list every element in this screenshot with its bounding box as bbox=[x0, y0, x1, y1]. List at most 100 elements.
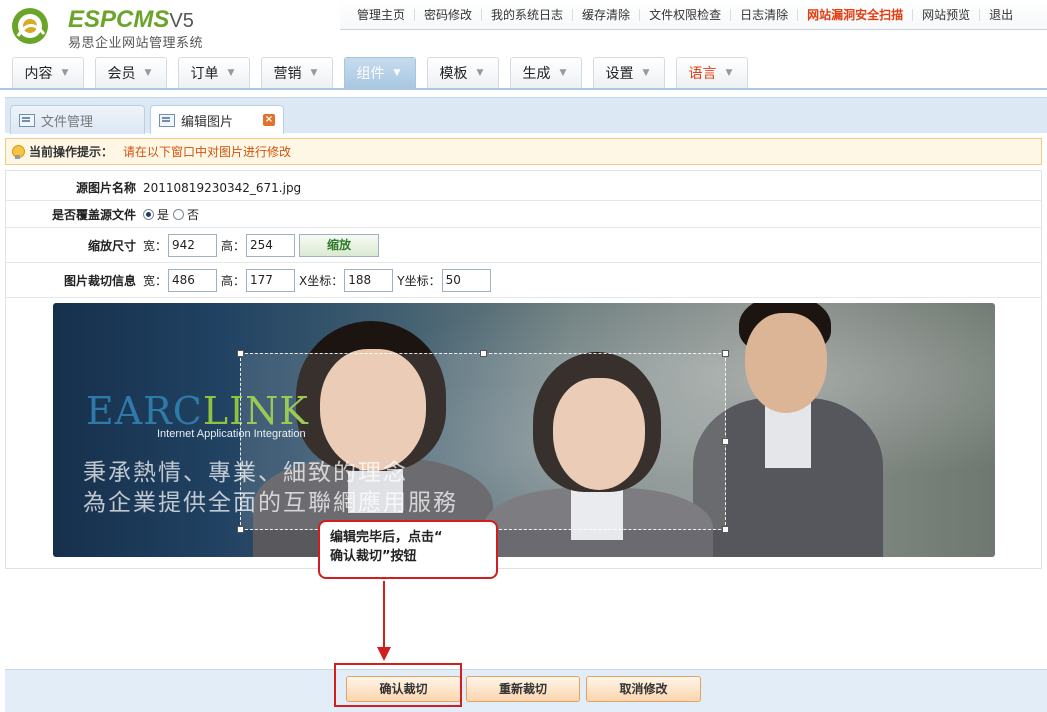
crop-fields: 宽： 486 高： 177 X坐标： 188 Y坐标： 50 bbox=[143, 268, 495, 292]
top-nav: 管理主页 密码修改 我的系统日志 缓存清除 文件权限检查 日志清除 网站漏洞安全… bbox=[340, 0, 1047, 30]
lightbulb-icon bbox=[12, 144, 25, 159]
tab-file-manager[interactable]: 文件管理 bbox=[10, 105, 145, 134]
nav-tab-generate[interactable]: 生成 ▼ bbox=[510, 57, 582, 88]
source-name-label: 源图片名称 bbox=[75, 181, 136, 195]
crop-handle-n[interactable] bbox=[480, 350, 487, 357]
row-resize: 缩放尺寸 宽： 942 高： 254 缩放 bbox=[6, 228, 1041, 263]
nav-tab-label: 组件 bbox=[356, 66, 385, 82]
logo-version: V5 bbox=[169, 10, 194, 32]
crop-selection-box[interactable] bbox=[237, 350, 729, 533]
nav-tab-language[interactable]: 语言 ▼ bbox=[676, 57, 748, 88]
main-nav: 内容 ▼ 会员 ▼ 订单 ▼ 营销 ▼ 组件 ▼ 模板 ▼ 生成 ▼ 设置 ▼ 语言 ▼ bbox=[0, 55, 1047, 90]
nav-tab-member[interactable]: 会员 ▼ bbox=[95, 57, 167, 88]
chevron-down-icon: ▼ bbox=[476, 67, 484, 78]
crop-y-input[interactable]: 50 bbox=[441, 268, 491, 292]
crop-handle-sw[interactable] bbox=[237, 526, 244, 533]
topnav-clear-log[interactable]: 日志清除 bbox=[731, 9, 799, 21]
topnav-home[interactable]: 管理主页 bbox=[348, 9, 416, 21]
chevron-down-icon: ▼ bbox=[61, 67, 69, 78]
chevron-down-icon: ▼ bbox=[227, 67, 235, 78]
crop-x-input[interactable]: 188 bbox=[344, 268, 394, 292]
nav-tab-template[interactable]: 模板 ▼ bbox=[427, 57, 499, 88]
crop-handle-se[interactable] bbox=[722, 526, 729, 533]
topnav-my-log[interactable]: 我的系统日志 bbox=[482, 9, 574, 21]
crop-width-input[interactable]: 486 bbox=[168, 268, 218, 292]
chevron-down-icon: ▼ bbox=[559, 67, 567, 78]
logo-wordmark: ESPCMSV5 bbox=[68, 6, 194, 34]
logo-subtitle: 易思企业网站管理系统 bbox=[68, 36, 204, 51]
resize-fields: 宽： 942 高： 254 缩放 bbox=[143, 233, 380, 257]
resize-button[interactable]: 缩放 bbox=[299, 233, 380, 257]
resize-height-label: 高： bbox=[221, 238, 246, 253]
nav-tab-order[interactable]: 订单 ▼ bbox=[178, 57, 250, 88]
crop-handle-nw[interactable] bbox=[237, 350, 244, 357]
close-icon[interactable]: × bbox=[263, 114, 275, 126]
topnav-password[interactable]: 密码修改 bbox=[415, 9, 483, 21]
tab-edit-image[interactable]: 编辑图片 × bbox=[150, 105, 284, 134]
chevron-down-icon: ▼ bbox=[144, 67, 152, 78]
chevron-down-icon: ▼ bbox=[725, 67, 733, 78]
nav-tab-components[interactable]: 组件 ▼ bbox=[344, 57, 416, 88]
nav-tab-label: 会员 bbox=[107, 66, 136, 82]
espcms-logo-icon bbox=[12, 8, 48, 44]
nav-tab-label: 设置 bbox=[605, 66, 634, 82]
callout-line1: 编辑完毕后，点击“ bbox=[330, 530, 443, 545]
overwrite-yes-label: 是 bbox=[157, 207, 170, 222]
brand-part1: EARC bbox=[86, 389, 203, 433]
chevron-down-icon: ▼ bbox=[642, 67, 650, 78]
nav-tab-content[interactable]: 内容 ▼ bbox=[12, 57, 84, 88]
resize-height-input[interactable]: 254 bbox=[246, 233, 296, 257]
resize-width-label: 宽： bbox=[143, 238, 168, 253]
crop-height-input[interactable]: 177 bbox=[246, 268, 296, 292]
overwrite-label: 是否覆盖源文件 bbox=[51, 207, 136, 222]
source-name-value: 20110819230342_671.jpg bbox=[143, 180, 302, 195]
crop-handle-ne[interactable] bbox=[722, 350, 729, 357]
nav-tab-label: 生成 bbox=[522, 66, 551, 82]
nav-baseline bbox=[0, 88, 1047, 90]
operation-tip: 当前操作提示： 请在以下窗口中对图片进行修改 bbox=[5, 138, 1042, 165]
logo: ESPCMSV5 易思企业网站管理系统 bbox=[10, 4, 230, 51]
chevron-down-icon: ▼ bbox=[393, 67, 401, 78]
row-source-name: 源图片名称 20110819230342_671.jpg bbox=[6, 175, 1041, 201]
row-crop-info: 图片裁切信息 宽： 486 高： 177 X坐标： 188 Y坐标： 50 bbox=[6, 263, 1041, 298]
chevron-down-icon: ▼ bbox=[310, 67, 318, 78]
overwrite-no-radio[interactable] bbox=[173, 208, 185, 220]
overwrite-yes-radio[interactable] bbox=[143, 208, 154, 220]
window-icon bbox=[159, 113, 175, 127]
crop-handle-e[interactable] bbox=[722, 438, 729, 445]
crop-y-label: Y坐标： bbox=[397, 273, 441, 288]
confirm-button-highlight bbox=[334, 663, 462, 707]
nav-tab-label: 语言 bbox=[688, 66, 717, 82]
tip-label: 当前操作提示： bbox=[29, 145, 114, 159]
crop-label: 图片裁切信息 bbox=[63, 273, 136, 288]
nav-tab-label: 内容 bbox=[24, 66, 53, 82]
crop-height-label: 高： bbox=[221, 273, 246, 288]
topnav-file-permission[interactable]: 文件权限检查 bbox=[640, 9, 732, 21]
tab-label: 文件管理 bbox=[41, 114, 94, 130]
topnav-site-preview[interactable]: 网站预览 bbox=[913, 9, 981, 21]
nav-tab-marketing[interactable]: 营销 ▼ bbox=[261, 57, 333, 88]
recrop-button[interactable]: 重新裁切 bbox=[466, 676, 580, 702]
nav-tab-settings[interactable]: 设置 ▼ bbox=[593, 57, 665, 88]
resize-width-input[interactable]: 942 bbox=[168, 233, 218, 257]
row-overwrite: 是否覆盖源文件 是 否 bbox=[6, 201, 1041, 228]
callout-line2: 确认裁切”按钮 bbox=[330, 549, 417, 564]
overwrite-no-label: 否 bbox=[187, 207, 200, 222]
nav-tab-label: 模板 bbox=[439, 66, 468, 82]
sub-tab-bar: 文件管理 编辑图片 × bbox=[5, 97, 1047, 134]
nav-tab-label: 订单 bbox=[190, 66, 219, 82]
logo-text: ESPCMS bbox=[68, 6, 170, 33]
topnav-security-scan[interactable]: 网站漏洞安全扫描 bbox=[798, 9, 914, 21]
instruction-callout: 编辑完毕后，点击“ 确认裁切”按钮 bbox=[318, 520, 498, 579]
edit-image-canvas[interactable]: EARCLINK Internet Application Integratio… bbox=[53, 303, 995, 557]
overwrite-options: 是 否 bbox=[143, 206, 199, 223]
cancel-edit-button[interactable]: 取消修改 bbox=[586, 676, 701, 702]
topnav-logout[interactable]: 退出 bbox=[980, 9, 1022, 21]
crop-width-label: 宽： bbox=[143, 273, 168, 288]
tab-label: 编辑图片 bbox=[181, 114, 234, 130]
topnav-clear-cache[interactable]: 缓存清除 bbox=[573, 9, 641, 21]
crop-x-label: X坐标： bbox=[299, 273, 344, 288]
window-icon bbox=[19, 113, 35, 127]
nav-tab-label: 营销 bbox=[273, 66, 302, 82]
tip-text: 请在以下窗口中对图片进行修改 bbox=[123, 145, 292, 159]
